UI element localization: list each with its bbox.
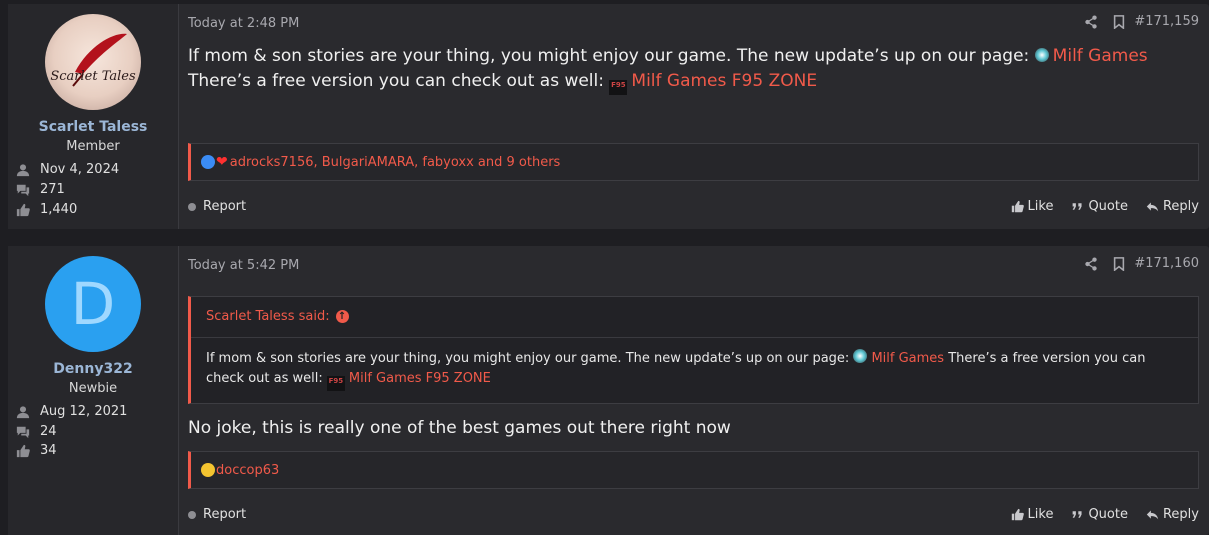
reply-icon — [1146, 510, 1159, 520]
post-actions: Like Quote Reply — [993, 507, 1199, 522]
username[interactable]: Denny322 — [8, 361, 178, 377]
username[interactable]: Scarlet Taless — [8, 119, 178, 135]
report-button[interactable]: Report — [188, 199, 246, 214]
post: D Denny322 Newbie Aug 12, 2021 24 34 Tod… — [8, 246, 1209, 535]
stat-joined: Nov 4, 2024 — [16, 162, 119, 177]
post-text: There’s a free version you can check out… — [188, 71, 604, 91]
share-icon[interactable] — [1084, 256, 1098, 271]
quote-divider — [191, 337, 1198, 338]
milf-games-link[interactable]: Milf Games — [1053, 46, 1148, 66]
like-button[interactable]: Like — [1011, 199, 1054, 214]
milf-games-link[interactable]: Milf Games — [871, 351, 944, 366]
like-reaction-icon — [201, 155, 215, 169]
post: Scarlet Tales Scarlet Taless Member Nov … — [8, 4, 1209, 229]
quote-block: Scarlet Taless said: ↑ If mom & son stor… — [188, 296, 1199, 404]
report-icon — [188, 510, 196, 519]
post-content: Today at 5:42 PM #171,160 Scarlet Taless… — [188, 246, 1199, 535]
user-pane: Scarlet Tales Scarlet Taless Member Nov … — [8, 4, 179, 229]
post-timestamp[interactable]: Today at 5:42 PM — [188, 258, 299, 273]
report-button[interactable]: Report — [188, 507, 246, 522]
quote-label: Quote — [1088, 199, 1128, 214]
stat-messages: 271 — [16, 182, 65, 197]
f95-zone-link[interactable]: Milf Games F95 ZONE — [631, 71, 817, 91]
share-icon[interactable] — [1084, 14, 1098, 29]
post-body: If mom & son stories are your thing, you… — [188, 44, 1191, 95]
f95-logo-icon: F95 — [609, 80, 628, 95]
bookmark-icon[interactable] — [1112, 14, 1126, 29]
quote-author: Scarlet Taless said: — [206, 309, 330, 324]
reply-label: Reply — [1162, 199, 1199, 214]
stat-messages: 24 — [16, 424, 57, 439]
scarlet-tales-logo-icon: Scarlet Tales — [50, 33, 136, 87]
stat-reactions: 1,440 — [16, 202, 77, 217]
reply-button[interactable]: Reply — [1146, 507, 1199, 522]
user-role: Member — [66, 139, 120, 154]
user-pane: D Denny322 Newbie Aug 12, 2021 24 34 — [8, 246, 179, 535]
like-label: Like — [1027, 199, 1054, 214]
reply-icon — [1146, 202, 1159, 212]
like-label: Like — [1027, 507, 1054, 522]
heart-reaction-icon: ❤ — [216, 154, 228, 170]
avatar-logo-text: Scarlet Tales — [50, 69, 136, 84]
post-number[interactable]: #171,160 — [1134, 256, 1199, 271]
milf-games-logo-icon — [1034, 48, 1049, 62]
message-count: 24 — [40, 424, 57, 439]
message-count: 271 — [40, 182, 65, 197]
reaction-score: 34 — [40, 443, 57, 458]
quote-text: If mom & son stories are your thing, you… — [206, 351, 850, 366]
reaction-score: 1,440 — [40, 202, 78, 217]
arrow-up-circle-icon[interactable]: ↑ — [335, 310, 349, 323]
post-body: No joke, this is really one of the best … — [188, 418, 731, 438]
quote-icon — [1073, 511, 1083, 518]
post-tools: #171,159 — [1070, 14, 1199, 29]
thinking-reaction-icon — [201, 463, 215, 477]
post-content: Today at 2:48 PM #171,159 If mom & son s… — [188, 4, 1199, 229]
f95-logo-icon: F95 — [326, 376, 345, 391]
reactions-bar[interactable]: ❤ adrocks7156, BulgariAMARA, fabyoxx and… — [188, 143, 1199, 181]
user-icon — [16, 405, 30, 418]
messages-icon — [16, 426, 30, 438]
reply-label: Reply — [1162, 507, 1199, 522]
stat-reactions: 34 — [16, 443, 57, 458]
stat-joined: Aug 12, 2021 — [16, 404, 127, 419]
post-timestamp[interactable]: Today at 2:48 PM — [188, 16, 299, 31]
reply-button[interactable]: Reply — [1146, 199, 1199, 214]
report-label: Report — [203, 507, 247, 522]
report-label: Report — [203, 199, 247, 214]
quote-button[interactable]: Quote — [1071, 507, 1128, 522]
avatar[interactable]: Scarlet Tales — [45, 14, 141, 110]
thumbs-up-icon — [16, 444, 30, 457]
messages-icon — [16, 184, 30, 196]
milf-games-logo-icon — [853, 349, 868, 363]
avatar[interactable]: D — [45, 256, 141, 352]
reactions-list[interactable]: adrocks7156, BulgariAMARA, fabyoxx and 9… — [230, 155, 561, 170]
bookmark-icon[interactable] — [1112, 256, 1126, 271]
joined-date: Nov 4, 2024 — [40, 162, 120, 177]
joined-date: Aug 12, 2021 — [40, 404, 128, 419]
user-role: Newbie — [68, 381, 118, 396]
like-button[interactable]: Like — [1011, 507, 1054, 522]
reactions-bar[interactable]: doccop63 — [188, 451, 1199, 489]
post-number[interactable]: #171,159 — [1134, 14, 1199, 29]
thumbs-up-icon — [1011, 200, 1024, 213]
post-actions: Like Quote Reply — [993, 199, 1199, 214]
reactions-list[interactable]: doccop63 — [216, 463, 279, 478]
quote-body: If mom & son stories are your thing, you… — [206, 349, 1168, 391]
quote-icon — [1073, 203, 1083, 210]
report-icon — [188, 202, 196, 211]
user-icon — [16, 163, 30, 176]
quote-label: Quote — [1088, 507, 1128, 522]
f95-zone-link[interactable]: Milf Games F95 ZONE — [349, 371, 491, 386]
quote-button[interactable]: Quote — [1071, 199, 1128, 214]
thumbs-up-icon — [1011, 508, 1024, 521]
post-text: If mom & son stories are your thing, you… — [188, 46, 1030, 66]
post-tools: #171,160 — [1070, 256, 1199, 271]
quote-header[interactable]: Scarlet Taless said: ↑ — [206, 309, 349, 324]
thumbs-up-icon — [16, 203, 30, 216]
